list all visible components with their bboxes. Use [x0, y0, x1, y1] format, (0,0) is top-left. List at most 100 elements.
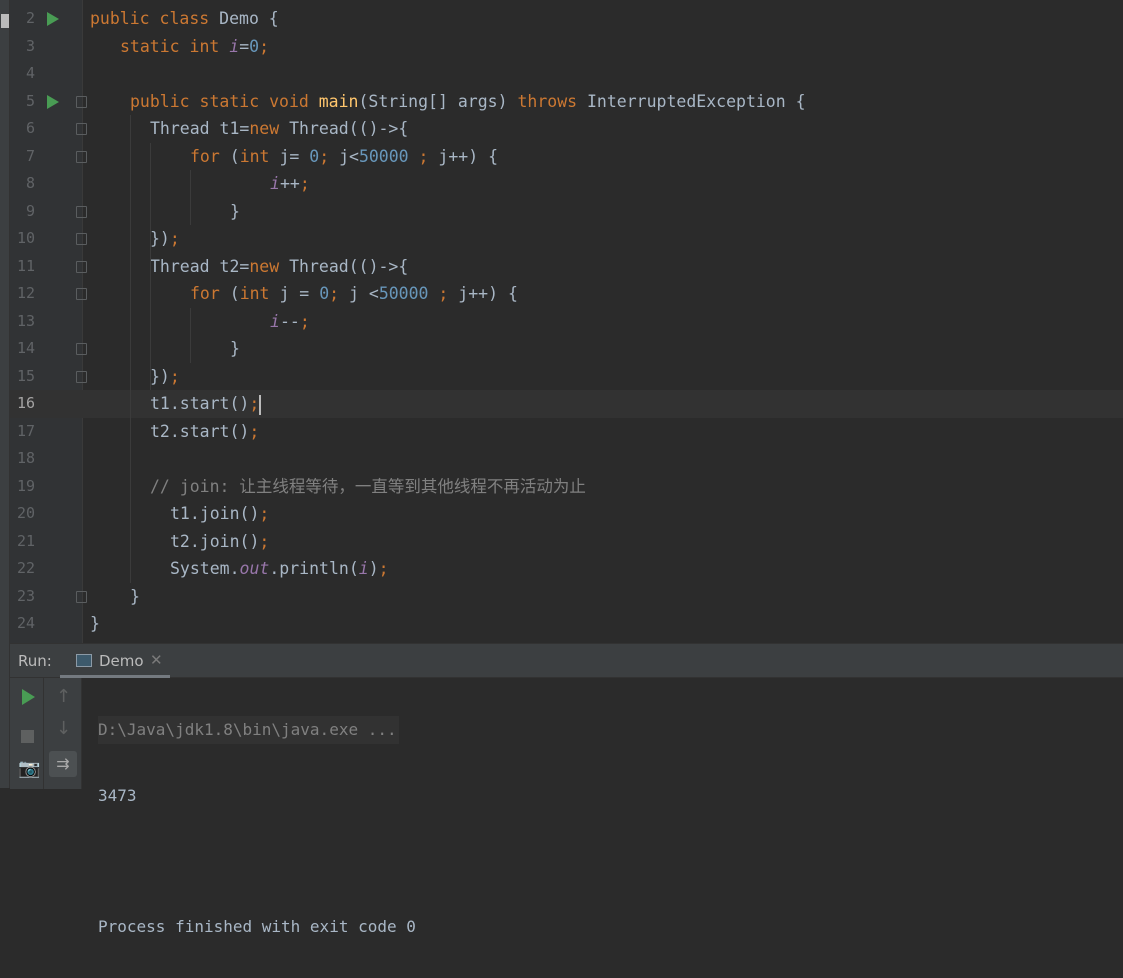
token-kw: ; — [438, 284, 459, 303]
code-line[interactable]: 2 public class Demo { — [10, 5, 1123, 33]
token-kw: for — [190, 146, 230, 166]
line-number: 19 — [16, 476, 35, 495]
code-line[interactable]: 16 t1.start(); — [10, 390, 1123, 418]
console-output[interactable]: D:\Java\jdk1.8\bin\java.exe ... 3473 Pro… — [98, 678, 416, 978]
arrow-up-icon[interactable]: ↑ — [56, 686, 71, 707]
run-label: Run: — [18, 652, 52, 670]
line-number: 23 — [16, 586, 35, 605]
arrow-down-icon[interactable]: ↓ — [56, 718, 71, 739]
indent-guide — [190, 170, 191, 225]
token-kw: throws — [517, 91, 587, 111]
token-num: 0 — [319, 284, 330, 303]
left-tool-strip — [0, 0, 10, 788]
token-kw: ; — [249, 421, 260, 441]
fold-icon[interactable] — [76, 260, 87, 273]
code-text: t2.join(); — [170, 528, 269, 556]
code-line[interactable]: 15}); — [10, 363, 1123, 391]
code-text: // join: 让主线程等待，一直等到其他线程不再活动为止 — [150, 473, 586, 501]
line-number: 9 — [25, 201, 35, 220]
code-line[interactable]: 19 // join: 让主线程等待，一直等到其他线程不再活动为止 — [10, 473, 1123, 501]
code-text: } — [90, 610, 100, 638]
token-kw: ; — [319, 146, 340, 166]
code-line[interactable]: 4 — [10, 60, 1123, 88]
soft-wrap-icon[interactable]: ⇉ — [49, 751, 77, 777]
token-tx: } — [90, 614, 100, 633]
token-kw: ; — [259, 504, 270, 523]
token-tx: (String[] args) — [358, 91, 518, 111]
fold-icon[interactable] — [76, 233, 87, 245]
tab-demo[interactable]: Demo ✕ — [60, 644, 170, 678]
code-text: }); — [150, 225, 180, 253]
close-icon[interactable]: ✕ — [150, 651, 163, 669]
run-panel-header: Run: Demo ✕ — [10, 644, 1123, 678]
token-fld: i — [270, 311, 280, 331]
code-line[interactable]: 11 Thread t2=new Thread(()->{ — [10, 253, 1123, 281]
run-panel: Run: Demo ✕ 📷 ↑ ↓ ⇉ D:\Java\jdk1.8\bin\j… — [10, 643, 1123, 936]
code-line[interactable]: 24} — [10, 610, 1123, 638]
token-tx: ) — [368, 559, 379, 578]
run-icon[interactable] — [47, 94, 59, 109]
stop-icon[interactable] — [21, 730, 34, 743]
line-number: 11 — [16, 256, 35, 275]
indent-guide — [150, 142, 151, 390]
code-text: } — [130, 583, 140, 611]
code-line[interactable]: 9} — [10, 198, 1123, 226]
fold-icon[interactable] — [76, 205, 87, 218]
code-line[interactable]: 6 Thread t1=new Thread(()->{ — [10, 115, 1123, 143]
token-cm: // join: 让主线程等待，一直等到其他线程不再活动为止 — [150, 476, 586, 496]
fold-icon[interactable] — [76, 150, 87, 163]
structure-tab[interactable] — [1, 14, 9, 28]
line-number: 21 — [16, 531, 35, 550]
code-line[interactable]: 17 t2.start(); — [10, 418, 1123, 446]
fold-icon[interactable] — [76, 288, 87, 300]
fold-icon[interactable] — [76, 370, 87, 383]
token-kw: ; — [249, 394, 260, 413]
rerun-icon[interactable] — [22, 689, 35, 705]
code-line[interactable]: 5 public static void main(String[] args) … — [10, 88, 1123, 116]
code-line[interactable]: 14} — [10, 335, 1123, 363]
token-tx: t2.join() — [170, 531, 260, 551]
fold-icon[interactable] — [76, 590, 87, 603]
code-line[interactable]: 22 System.out.println(i); — [10, 555, 1123, 583]
token-kw: ; — [378, 559, 389, 578]
code-line[interactable]: 8 i++; — [10, 170, 1123, 198]
line-number: 10 — [16, 229, 35, 247]
code-line[interactable]: 3 static int i=0; — [10, 33, 1123, 61]
token-tx: = — [239, 36, 250, 56]
code-line[interactable]: 20 t1.join(); — [10, 500, 1123, 528]
code-line[interactable]: 21 t2.join(); — [10, 528, 1123, 556]
token-tx: ++ — [279, 174, 300, 193]
token-kw: ; — [299, 311, 310, 331]
fold-icon[interactable] — [76, 123, 87, 135]
token-tx: Thread(()->{ — [289, 256, 409, 276]
code-line[interactable]: 12 for (int j = 0; j <50000 ; j++) { — [10, 280, 1123, 308]
fold-icon[interactable] — [76, 343, 87, 355]
token-kw: public static void — [130, 91, 319, 111]
code-text: t1.join(); — [170, 500, 269, 528]
code-line[interactable]: 10}); — [10, 225, 1123, 253]
fold-icon[interactable] — [76, 95, 87, 108]
token-kw: int — [239, 284, 280, 303]
token-kw: ; — [418, 146, 439, 166]
code-line[interactable]: 7 for (int j= 0; j<50000 ; j++) { — [10, 143, 1123, 171]
token-kw: ; — [299, 174, 310, 193]
console-toolbar: ↑ ↓ ⇉ — [44, 678, 82, 789]
code-line[interactable]: 23} — [10, 583, 1123, 611]
token-kw: ; — [329, 284, 349, 303]
indent-guide — [190, 307, 191, 363]
command-line: D:\Java\jdk1.8\bin\java.exe ... — [98, 716, 399, 744]
token-tx: ( — [229, 146, 240, 166]
camera-icon[interactable]: 📷 — [18, 758, 40, 779]
token-kw: ; — [169, 366, 180, 386]
code-editor[interactable]: 2 public class Demo {3 static int i=0; 4 5 pu… — [10, 0, 1123, 643]
run-icon[interactable] — [47, 12, 59, 26]
line-number: 7 — [25, 146, 35, 165]
token-tx: Thread(()->{ — [289, 119, 409, 138]
token-tx: t2.start() — [150, 421, 250, 441]
code-line[interactable]: 18 — [10, 445, 1123, 473]
token-kw: ; — [259, 36, 270, 56]
code-line[interactable]: 13 i--; — [10, 308, 1123, 336]
token-tx: } — [230, 339, 240, 358]
token-num: 50000 — [378, 284, 439, 303]
